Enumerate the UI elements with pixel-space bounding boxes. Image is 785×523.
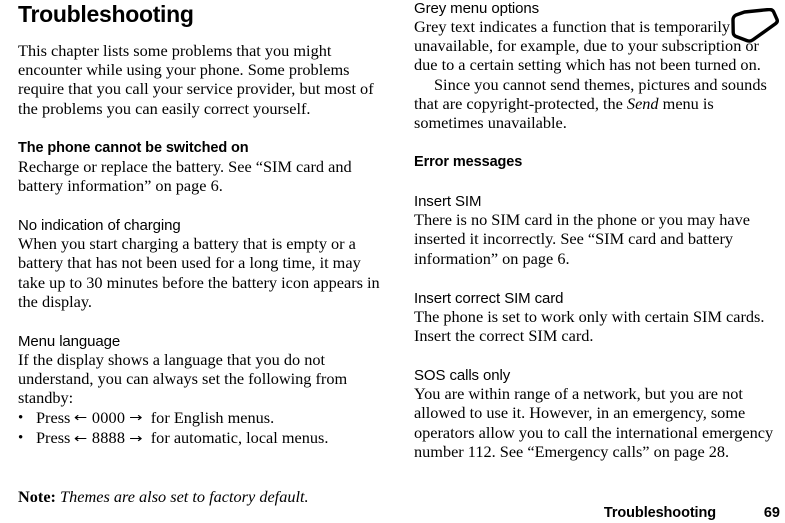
intro-paragraph: This chapter lists some problems that yo… (18, 41, 374, 118)
right-column: Grey menu options Grey text indicates a … (414, 0, 782, 461)
left-column: Troubleshooting This chapter lists some … (18, 0, 390, 522)
arrow-right-icon: → (129, 410, 143, 426)
arrow-left-icon: ← (74, 431, 88, 447)
page-title: Troubleshooting (18, 1, 194, 27)
bullet-suffix-text: for automatic, local menus. (150, 428, 329, 448)
error-heading-insert-sim: Insert SIM (414, 193, 482, 211)
section-heading-error-messages: Error messages (414, 154, 523, 171)
menu-language-bullet-list: • Press ← 0000 → for English menus. • Pres… (18, 408, 390, 449)
error-body-sos-calls-only: You are within range of a network, but y… (414, 384, 774, 461)
press-label: Press (36, 407, 71, 427)
list-item: • Press ← 0000 → for English menus. (18, 408, 390, 429)
section-body-grey-menu-options: Grey text indicates a function that is t… (414, 17, 761, 75)
key-code-value: 0000 (91, 407, 126, 427)
section-heading-grey-menu-options: Grey menu options (414, 0, 540, 17)
error-body-insert-sim: There is no SIM card in the phone or you… (414, 210, 750, 268)
manual-page: Troubleshooting This chapter lists some … (0, 0, 785, 523)
arrow-right-icon: → (129, 431, 143, 447)
note-text: Themes are also set to factory default. (60, 486, 309, 506)
section-heading-no-indication-of-charging: No indication of charging (18, 217, 181, 235)
page-footer: Troubleshooting 69 (414, 503, 780, 523)
note-label: Note: (18, 486, 56, 506)
error-heading-insert-correct-sim-card: Insert correct SIM card (414, 289, 564, 307)
section-heading-menu-language: Menu language (18, 333, 121, 351)
bullet-suffix-text: for English menus. (150, 407, 275, 427)
section-body-no-indication-of-charging: When you start charging a battery that i… (18, 234, 380, 311)
note-block: Note: Themes are also set to factory def… (18, 487, 390, 506)
section-heading-phone-cannot-be-switched-on: The phone cannot be switched on (18, 139, 249, 156)
mobile-phone-outline-icon (731, 7, 779, 44)
section-body-phone-cannot-be-switched-on: Recharge or replace the battery. See “SI… (18, 156, 352, 196)
send-menu-text-part-1: Since you cannot send themes, pictures a… (414, 74, 767, 113)
footer-page-number: 69 (763, 505, 780, 521)
section-body-menu-language: If the display shows a language that you… (18, 350, 348, 408)
press-label: Press (36, 428, 71, 448)
arrow-left-icon: ← (74, 410, 88, 426)
section-body-send-menu: Since you cannot send themes, pictures a… (414, 75, 782, 133)
bullet-dot-icon: • (18, 409, 24, 426)
bullet-dot-icon: • (18, 430, 24, 447)
list-item: • Press ← 8888 → for automatic, local men… (18, 428, 390, 449)
error-body-insert-correct-sim-card: The phone is set to work only with certa… (414, 306, 765, 346)
error-heading-sos-calls-only: SOS calls only (414, 367, 511, 385)
footer-chapter-label: Troubleshooting (603, 505, 716, 521)
key-code-value: 8888 (91, 428, 126, 448)
send-menu-name: Send (626, 93, 659, 113)
